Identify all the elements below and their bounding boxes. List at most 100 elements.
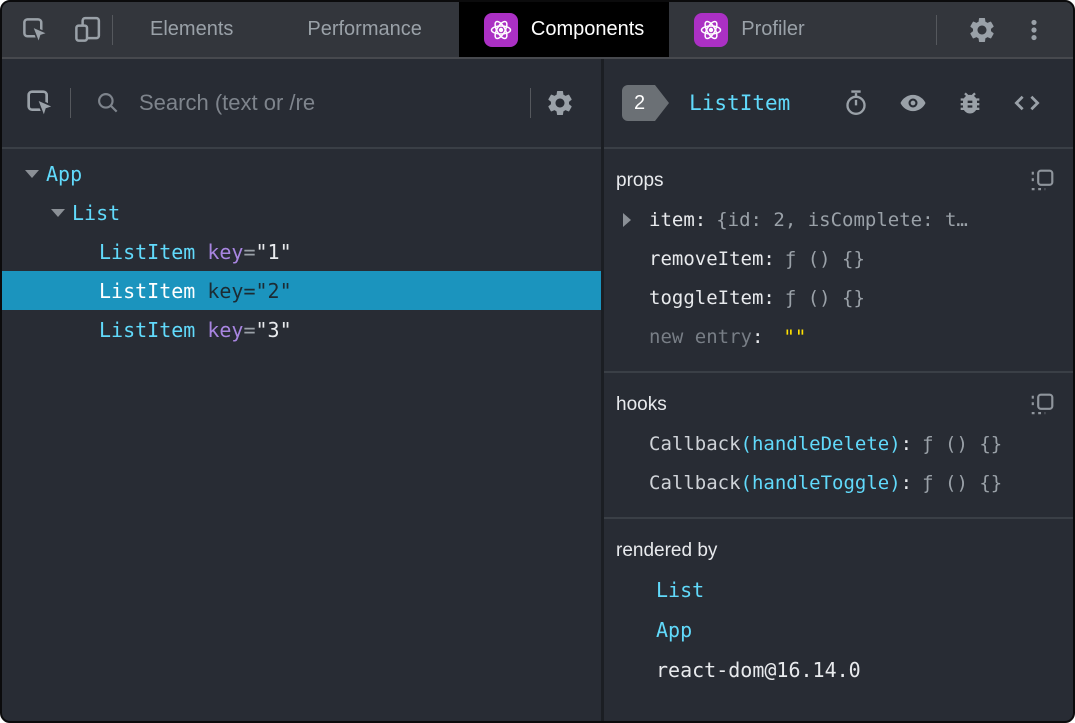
tree-row-list[interactable]: List	[2, 193, 601, 232]
view-source-icon[interactable]	[1005, 88, 1049, 118]
badge-count: 2	[622, 85, 656, 121]
react-logo-icon	[694, 12, 729, 47]
component-name: ListItem	[99, 317, 196, 342]
badge-point	[655, 85, 670, 121]
devtools-tabbar: Elements Performance Components Profiler	[2, 2, 1073, 59]
key-attr-value: "2"	[255, 278, 292, 303]
settings-gear-icon[interactable]	[545, 59, 575, 147]
prop-row-toggleItem[interactable]: toggleItem: ƒ () {}	[616, 278, 1055, 317]
prop-row-removeItem[interactable]: removeItem: ƒ () {}	[616, 239, 1055, 278]
colon: :	[900, 432, 913, 455]
main-split: App List ListItem key = "1" ListItem key…	[2, 59, 1073, 721]
hooks-section: hooks Callback (handleDelete): ƒ () {} C…	[604, 373, 1073, 519]
rendered-by-list-link[interactable]: List	[616, 570, 1055, 610]
key-attr-name: key	[207, 317, 244, 342]
equals-sign: =	[243, 317, 256, 342]
rendered-by-react-dom: react-dom@16.14.0	[616, 650, 1055, 690]
devtools-window: Elements Performance Components Profiler…	[0, 0, 1075, 723]
prop-value: ƒ () {}	[784, 286, 865, 309]
prop-name: item	[649, 208, 695, 231]
component-name: ListItem	[99, 239, 196, 264]
tree-row-listitem-2-selected[interactable]: ListItem key = "2"	[2, 271, 601, 310]
prop-value: ƒ () {}	[784, 247, 865, 270]
toolbar-separator	[70, 88, 71, 118]
new-entry-row[interactable]: new entry: ""	[616, 317, 1055, 356]
equals-sign: =	[243, 278, 256, 303]
colon: :	[763, 286, 775, 309]
copy-to-clipboard-icon[interactable]	[1029, 168, 1055, 194]
prop-row-item[interactable]: item: {id: 2, isComplete: t…	[616, 200, 1055, 239]
rendered-by-section: rendered by List App react-dom@16.14.0	[604, 519, 1073, 721]
colon: :	[763, 247, 775, 270]
owners-count-badge[interactable]: 2	[622, 85, 670, 121]
colon: :	[751, 325, 764, 348]
inspect-element-icon[interactable]	[20, 2, 50, 57]
hook-row-handleDelete[interactable]: Callback (handleDelete): ƒ () {}	[616, 424, 1055, 463]
log-bug-icon[interactable]	[949, 89, 991, 117]
colon: :	[694, 208, 707, 231]
search-magnifier-icon	[95, 90, 121, 116]
tab-elements[interactable]: Elements	[113, 2, 270, 57]
hook-fn-name: (handleToggle)	[740, 471, 901, 494]
hook-type: Callback	[649, 471, 741, 494]
owner-link[interactable]: List	[656, 578, 704, 602]
rendered-by-app-link[interactable]: App	[616, 610, 1055, 650]
inspect-element-icon[interactable]	[24, 59, 56, 147]
details-header-icons	[835, 88, 1049, 118]
tabbar-left-icons	[2, 2, 112, 57]
details-header: 2 ListItem	[604, 59, 1073, 149]
selected-component-title: ListItem	[689, 91, 791, 115]
key-attr-name: key	[207, 278, 244, 303]
toggle-device-toolbar-icon[interactable]	[72, 2, 102, 57]
component-name: App	[46, 161, 83, 186]
components-tree-panel: App List ListItem key = "1" ListItem key…	[2, 59, 604, 721]
copy-to-clipboard-icon[interactable]	[1029, 392, 1055, 418]
rendered-by-header: rendered by	[616, 532, 1055, 570]
tabbar-separator	[936, 14, 937, 45]
react-logo-icon	[483, 12, 518, 47]
props-section: props item: {id: 2, isComplete: t… remov…	[604, 149, 1073, 373]
key-attr-name: key	[207, 239, 244, 264]
expander-icon[interactable]	[623, 212, 649, 227]
new-entry-value[interactable]: ""	[783, 326, 806, 348]
hook-row-handleToggle[interactable]: Callback (handleToggle): ƒ () {}	[616, 463, 1055, 502]
component-name: List	[72, 200, 121, 225]
tab-profiler[interactable]: Profiler	[669, 2, 829, 57]
hooks-section-header: hooks	[616, 386, 1055, 424]
tab-label: Performance	[307, 18, 422, 40]
expander-icon[interactable]	[44, 208, 72, 217]
section-title: props	[616, 170, 664, 191]
hook-fn-name: (handleDelete)	[740, 432, 901, 455]
section-title: rendered by	[616, 540, 718, 561]
hook-value: ƒ () {}	[922, 432, 1003, 455]
toolbar-separator	[530, 88, 531, 118]
expander-icon[interactable]	[18, 169, 46, 178]
owner-link[interactable]: App	[656, 618, 692, 642]
tab-performance[interactable]: Performance	[270, 2, 459, 57]
equals-sign: =	[243, 239, 256, 264]
prop-name: toggleItem	[649, 286, 764, 309]
suspend-timer-icon[interactable]	[835, 89, 877, 117]
component-tree: App List ListItem key = "1" ListItem key…	[2, 149, 601, 721]
more-options-kebab-icon[interactable]	[1009, 2, 1059, 57]
tree-row-listitem-1[interactable]: ListItem key = "1"	[2, 232, 601, 271]
tab-label: Profiler	[741, 18, 805, 40]
new-entry-label: new entry	[649, 325, 752, 348]
hook-type: Callback	[649, 432, 741, 455]
prop-name: removeItem	[649, 247, 764, 270]
component-name: ListItem	[99, 278, 196, 303]
props-section-header: props	[616, 162, 1055, 200]
key-attr-value: "3"	[255, 317, 292, 342]
settings-gear-icon[interactable]	[955, 2, 1009, 57]
hook-value: ƒ () {}	[922, 471, 1003, 494]
key-attr-value: "1"	[255, 239, 292, 264]
search-input[interactable]	[137, 89, 526, 117]
tabbar-right-controls	[930, 2, 1073, 57]
tab-label: Components	[530, 18, 645, 40]
section-title: hooks	[616, 394, 667, 415]
tree-row-app[interactable]: App	[2, 154, 601, 193]
tab-components[interactable]: Components	[458, 2, 670, 57]
tree-row-listitem-3[interactable]: ListItem key = "3"	[2, 310, 601, 349]
inspect-eye-icon[interactable]	[891, 88, 935, 118]
tree-toolbar	[2, 59, 601, 149]
